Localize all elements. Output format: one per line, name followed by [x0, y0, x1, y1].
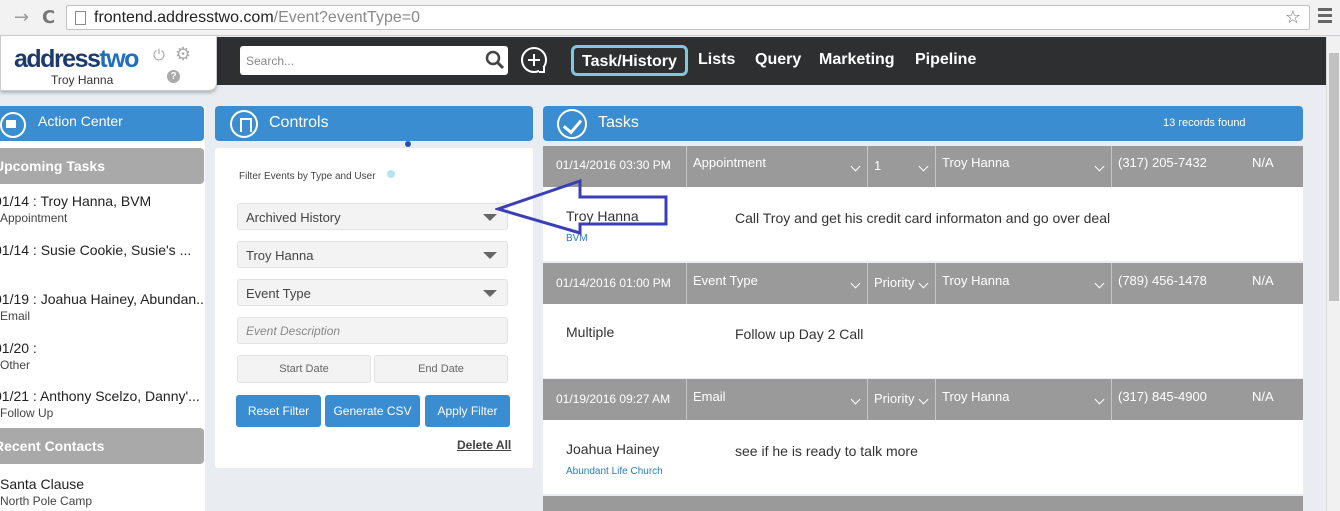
info-dot-icon[interactable]	[387, 170, 395, 178]
task-contact-name[interactable]: Multiple	[566, 324, 614, 340]
task-row-header: 01/19/2016 09:27 AM Email Priority Troy …	[543, 379, 1303, 420]
records-count: 13 records found	[1163, 117, 1246, 129]
back-arrow-icon[interactable]: →	[14, 7, 29, 28]
task-row-header-partial	[543, 496, 1303, 511]
generate-csv-button[interactable]: Generate CSV	[325, 395, 420, 427]
controls-header[interactable]: Controls	[215, 106, 533, 141]
page-icon	[75, 11, 86, 25]
upcoming-task-item[interactable]: 01/21 : Anthony Scelzo, Danny'... Follow…	[0, 388, 205, 420]
flag-icon	[0, 112, 26, 138]
task-row-header: 01/14/2016 01:00 PM Event Type Priority …	[543, 263, 1303, 304]
search-input[interactable]	[240, 46, 480, 75]
task-contact-org[interactable]: Abundant Life Church	[566, 466, 663, 477]
user-select[interactable]: Troy Hanna	[237, 241, 508, 268]
task-phone: (317) 205-7432	[1118, 155, 1207, 170]
search-box	[240, 46, 508, 75]
task-description: Call Troy and get his credit card inform…	[735, 210, 1111, 226]
action-center-header[interactable]: Action Center	[0, 106, 204, 141]
browser-menu-icon[interactable]	[1318, 8, 1332, 26]
bookmark-star-icon[interactable]: ☆	[1285, 7, 1301, 28]
upcoming-task-item[interactable]: 01/14 : Troy Hanna, BVM Appointment	[0, 193, 205, 225]
task-type-select[interactable]: Email	[687, 379, 868, 420]
chevron-down-icon	[1094, 394, 1105, 405]
task-priority-select[interactable]: 1	[868, 146, 936, 187]
upcoming-task-item[interactable]: 01/20 : Other	[0, 340, 205, 372]
task-row-body[interactable]: Joahua Hainey Abundant Life Church see i…	[543, 420, 1303, 494]
end-date-input[interactable]: End Date	[374, 355, 508, 383]
page-scrollbar[interactable]	[1326, 37, 1340, 511]
apply-filter-button[interactable]: Apply Filter	[425, 395, 510, 427]
logo[interactable]: addresstwo	[14, 45, 139, 74]
bookmark-ribbon-icon	[230, 110, 258, 138]
event-category-value: Archived History	[246, 210, 341, 225]
event-description-input[interactable]: Event Description	[237, 317, 508, 344]
chevron-down-icon	[1094, 161, 1105, 172]
tasks-header: Tasks 13 records found	[543, 106, 1303, 141]
chevron-down-icon	[1094, 278, 1105, 289]
task-type-select[interactable]: Event Type	[687, 263, 868, 304]
recent-contact-item[interactable]: Santa Clause North Pole Camp	[0, 476, 205, 508]
search-icon[interactable]	[484, 49, 506, 71]
chevron-down-icon	[483, 290, 497, 297]
chevron-down-icon	[850, 394, 861, 405]
reset-filter-button[interactable]: Reset Filter	[236, 395, 321, 427]
chevron-down-icon	[483, 252, 497, 259]
panel-indicator-dot	[405, 141, 411, 147]
power-icon[interactable]: ⏻	[153, 46, 165, 64]
tasks-title: Tasks	[598, 114, 639, 131]
checkmark-icon	[557, 109, 587, 139]
task-priority-select[interactable]: Priority	[868, 379, 936, 420]
help-icon[interactable]: ?	[167, 70, 180, 83]
task-extra: N/A	[1252, 273, 1274, 288]
task-row-body[interactable]: Multiple Follow up Day 2 Call	[543, 304, 1303, 378]
scrollbar-thumb[interactable]	[1329, 53, 1339, 301]
nav-pipeline[interactable]: Pipeline	[915, 51, 976, 69]
task-datetime: 01/14/2016 01:00 PM	[543, 263, 687, 304]
task-user-select[interactable]: Troy Hanna	[936, 146, 1112, 187]
task-extra: N/A	[1252, 389, 1274, 404]
user-select-value: Troy Hanna	[246, 248, 314, 263]
task-phone: (789) 456-1478	[1118, 273, 1207, 288]
task-datetime: 01/19/2016 09:27 AM	[543, 379, 687, 420]
task-description: Follow up Day 2 Call	[735, 326, 864, 342]
task-extra: N/A	[1252, 155, 1274, 170]
nav-query[interactable]: Query	[755, 51, 801, 69]
chevron-down-icon	[918, 161, 929, 172]
task-priority-select[interactable]: Priority	[868, 263, 936, 304]
event-type-value: Event Type	[246, 286, 311, 301]
controls-title: Controls	[269, 114, 329, 131]
address-bar[interactable]: frontend.addresstwo.com/Event?eventType=…	[66, 5, 1310, 30]
event-category-select[interactable]: Archived History	[237, 203, 508, 230]
chevron-down-icon	[850, 161, 861, 172]
gear-icon[interactable]: ⚙	[175, 44, 191, 65]
chevron-down-icon	[850, 278, 861, 289]
upcoming-task-item[interactable]: 01/14 : Susie Cookie, Susie's ...	[0, 242, 205, 260]
action-center-title: Action Center	[38, 113, 123, 129]
task-description: see if he is ready to talk more	[735, 443, 918, 459]
chevron-down-icon	[918, 278, 929, 289]
delete-all-link[interactable]: Delete All	[457, 438, 511, 452]
filter-label: Filter Events by Type and User	[239, 171, 376, 182]
nav-task-history[interactable]: Task/History	[571, 45, 688, 76]
browser-toolbar: → C frontend.addresstwo.com/Event?eventT…	[0, 0, 1340, 36]
nav-marketing[interactable]: Marketing	[819, 51, 895, 69]
task-contact-name[interactable]: Joahua Hainey	[566, 441, 659, 457]
url-text: frontend.addresstwo.com/Event?eventType=…	[94, 9, 420, 26]
nav-lists[interactable]: Lists	[698, 51, 735, 69]
current-user-name: Troy Hanna	[51, 73, 114, 87]
start-date-input[interactable]: Start Date	[237, 355, 371, 383]
recent-contacts-header[interactable]: Recent Contacts	[0, 428, 204, 464]
add-event-button[interactable]	[521, 47, 547, 73]
task-user-select[interactable]: Troy Hanna	[936, 263, 1112, 304]
logo-card: addresstwo ⏻ ⚙ Troy Hanna ?	[0, 35, 217, 91]
task-user-select[interactable]: Troy Hanna	[936, 379, 1112, 420]
task-type-select[interactable]: Appointment	[687, 146, 868, 187]
annotation-arrow-icon	[495, 179, 668, 235]
upcoming-tasks-header[interactable]: Upcoming Tasks	[0, 148, 204, 184]
upcoming-task-item[interactable]: 01/19 : Joahua Hainey, Abundan... Email	[0, 291, 205, 323]
chevron-down-icon	[918, 394, 929, 405]
task-phone: (317) 845-4900	[1118, 389, 1207, 404]
event-type-select[interactable]: Event Type	[237, 279, 508, 306]
reload-icon[interactable]: C	[42, 7, 55, 28]
